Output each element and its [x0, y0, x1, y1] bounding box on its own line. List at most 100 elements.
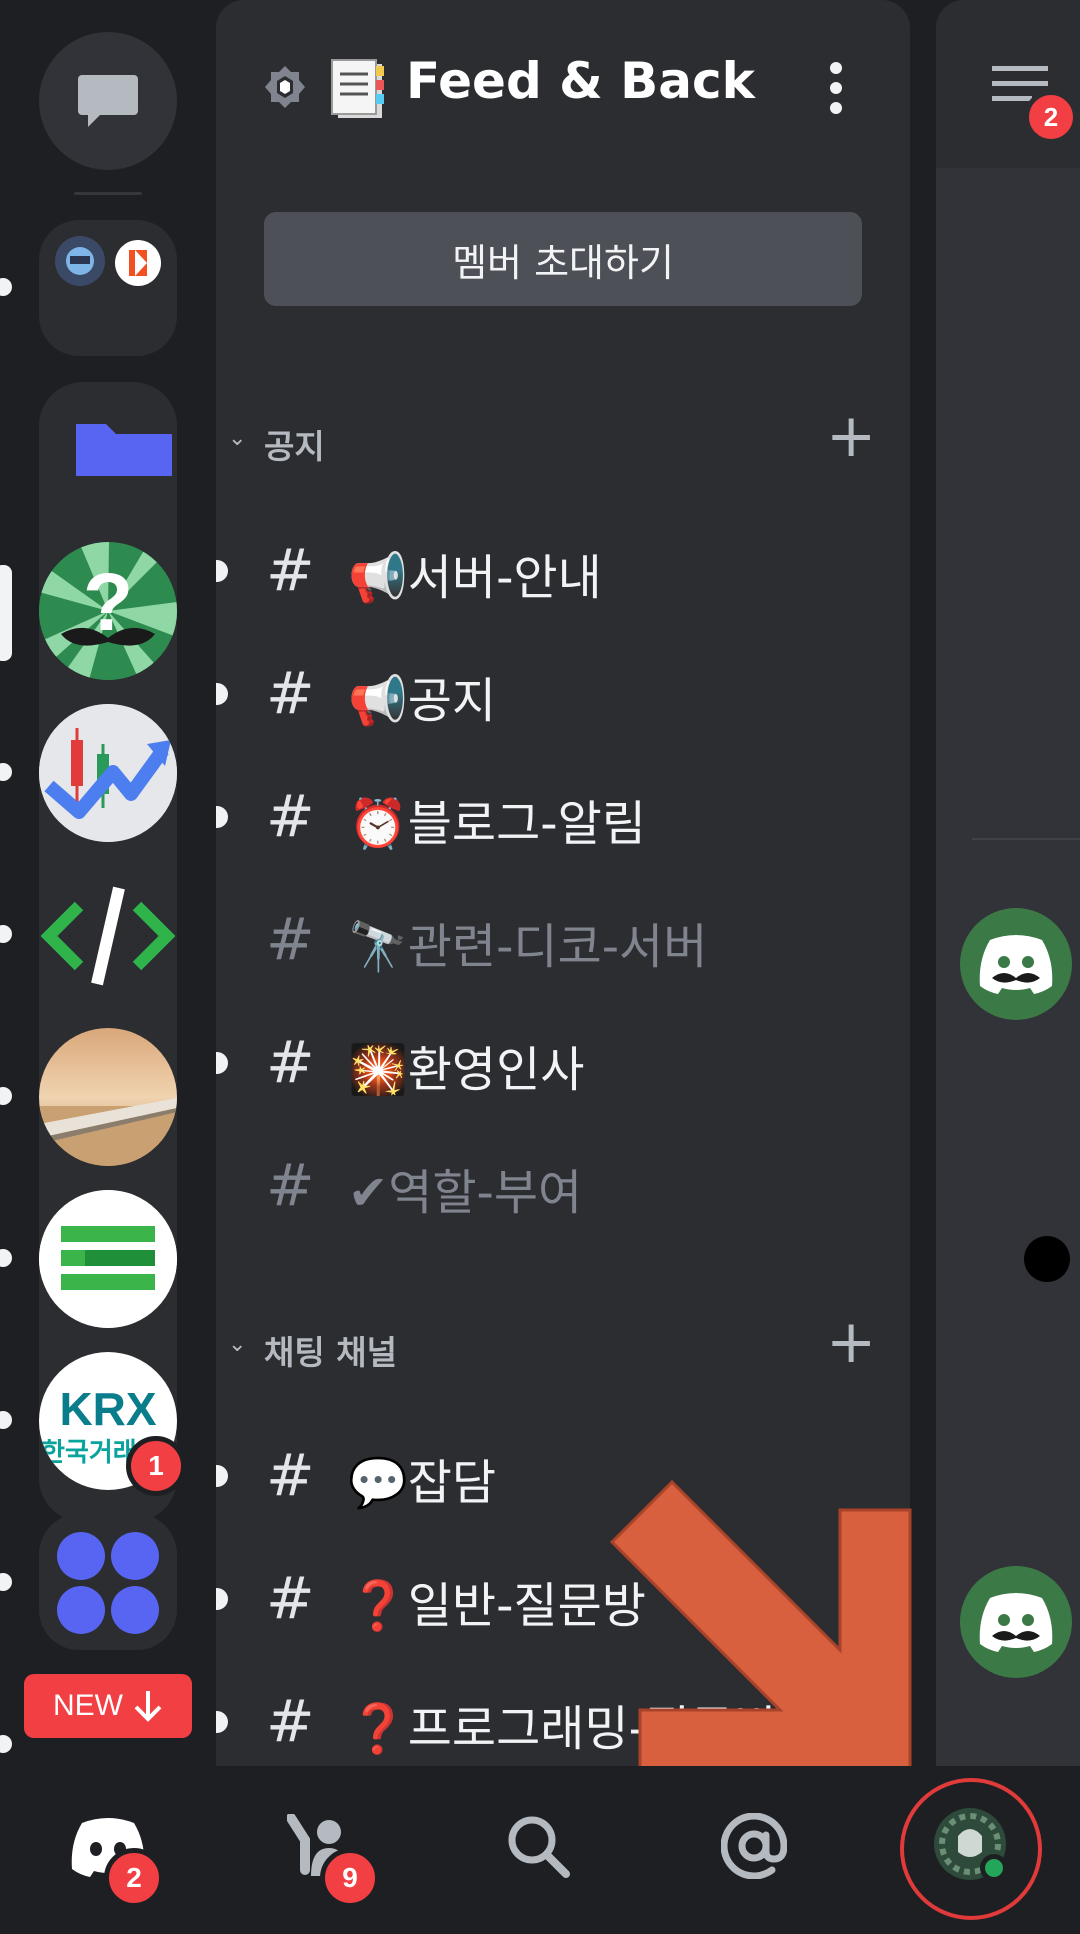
channel-emoji: ⏰	[348, 796, 408, 852]
server-name: Feed & Back	[406, 52, 755, 110]
user-avatar-icon	[934, 1808, 1008, 1882]
direct-messages-button[interactable]	[39, 32, 177, 170]
invite-members-button[interactable]: 멤버 초대하기	[264, 212, 862, 306]
channel-emoji: 🔭	[348, 919, 408, 975]
question-mustache-icon: ?	[39, 542, 177, 680]
code-brackets-icon	[40, 886, 176, 986]
hash-icon: #	[266, 905, 315, 973]
chevron-down-icon: ⌄	[228, 1332, 247, 1357]
chat-area-peek[interactable]: 2	[936, 0, 1080, 1766]
tab-profile[interactable]	[912, 1786, 1032, 1906]
chat-bubble-icon	[78, 75, 138, 127]
channel-name: 🎇환영인사	[348, 1042, 585, 1098]
channel-item[interactable]: # 🎇환영인사	[216, 1010, 910, 1120]
bottom-navigation: 2 9	[0, 1766, 1080, 1934]
selected-indicator	[0, 565, 12, 661]
tab-mentions[interactable]	[694, 1786, 814, 1906]
server-green-bars[interactable]	[39, 1190, 177, 1328]
channel-name: 📢공지	[348, 673, 497, 729]
hash-icon: #	[266, 659, 315, 727]
unread-indicator	[0, 278, 12, 296]
server-folder-small[interactable]	[39, 220, 177, 356]
at-sign-icon	[721, 1813, 787, 1879]
channel-emoji: ❓	[348, 1701, 408, 1757]
search-icon	[508, 1816, 570, 1878]
unread-indicator	[0, 763, 12, 781]
hash-icon: #	[266, 1564, 315, 1632]
unread-indicator	[0, 1087, 12, 1105]
channel-item[interactable]: # 🔭관련-디코-서버	[216, 887, 910, 997]
channel-name: 📢서버-안내	[348, 550, 602, 606]
channel-emoji: 📢	[348, 673, 408, 729]
arrow-down-icon	[134, 1691, 162, 1722]
server-folder-apps[interactable]	[39, 1514, 177, 1650]
category-announcements[interactable]: ⌄ 공지 +	[216, 406, 910, 474]
unread-indicator	[216, 683, 228, 705]
green-bars-icon	[39, 1190, 177, 1328]
server-header[interactable]: Feed & Back	[216, 0, 910, 176]
channel-name: ⏰블로그-알림	[348, 796, 646, 852]
unread-indicator	[216, 1588, 228, 1610]
channel-emoji: ❓	[348, 1578, 408, 1634]
discord-mustache-icon	[979, 935, 1053, 994]
k-server-icon	[115, 240, 161, 286]
category-label: 채팅 채널	[264, 1333, 397, 1372]
add-channel-icon[interactable]: +	[826, 1312, 876, 1372]
annotation-arrow	[609, 1479, 912, 1782]
avatar[interactable]	[960, 1566, 1072, 1678]
hash-icon: #	[266, 782, 315, 850]
hash-icon: #	[266, 1028, 315, 1096]
channel-emoji: 🎇	[348, 1042, 408, 1098]
channel-item[interactable]: # 📢서버-안내	[216, 518, 910, 628]
unread-indicator	[216, 806, 228, 828]
channel-emoji: 📢	[348, 550, 408, 606]
new-unreads-button[interactable]: NEW	[24, 1674, 192, 1738]
unread-indicator	[0, 1573, 12, 1591]
add-channel-icon[interactable]: +	[826, 406, 876, 466]
hash-icon: #	[266, 1687, 315, 1755]
pipeline-photo-icon	[39, 1028, 177, 1166]
channel-item[interactable]: # 📢공지	[216, 641, 910, 751]
friends-badge: 9	[320, 1848, 380, 1908]
hash-icon: #	[266, 1151, 315, 1219]
more-options-icon[interactable]	[824, 62, 848, 114]
channel-name: 💬잡담	[348, 1455, 497, 1511]
notepad-icon	[331, 59, 384, 118]
unread-indicator	[0, 1735, 12, 1753]
unread-indicator	[216, 1465, 228, 1487]
unread-indicator	[216, 1711, 228, 1733]
discord-mustache-icon	[979, 1593, 1053, 1652]
unread-indicator	[0, 1411, 12, 1429]
status-dot	[1024, 1236, 1070, 1282]
rail-separator	[74, 192, 142, 195]
server-stock-chart[interactable]	[39, 704, 177, 842]
hash-icon: #	[266, 536, 315, 604]
tab-search[interactable]	[478, 1786, 598, 1906]
four-dots-icon	[57, 1532, 159, 1634]
unread-indicator	[216, 1052, 228, 1074]
unread-indicator	[0, 1249, 12, 1267]
server-question-mustache[interactable]: ?	[39, 542, 177, 680]
server-pipeline[interactable]	[39, 1028, 177, 1166]
hash-icon: #	[266, 1441, 315, 1509]
home-badge: 2	[104, 1848, 164, 1908]
robot-server-icon	[55, 236, 105, 286]
divider	[972, 838, 1080, 840]
channel-item[interactable]: # ✔역할-부여	[216, 1133, 910, 1243]
channel-name: 🔭관련-디코-서버	[348, 919, 708, 975]
avatar[interactable]	[960, 908, 1072, 1020]
server-boost-icon	[265, 66, 305, 108]
channel-name: ✔역할-부여	[348, 1165, 583, 1221]
category-label: 공지	[264, 427, 325, 466]
krx-logo-text: KRX	[59, 1383, 157, 1435]
category-chat-channels[interactable]: ⌄ 채팅 채널 +	[216, 1312, 910, 1380]
channel-item[interactable]: # ⏰블로그-알림	[216, 764, 910, 874]
mention-badge: 1	[126, 1436, 186, 1496]
candlestick-icon	[39, 704, 177, 842]
chevron-down-icon: ⌄	[228, 426, 247, 451]
unread-indicator	[216, 560, 228, 582]
new-label: NEW	[53, 1689, 123, 1722]
folder-icon[interactable]	[72, 420, 176, 480]
server-code[interactable]	[39, 866, 177, 1004]
server-rail: ? KRX 한국거래 1 NEW	[0, 0, 216, 1766]
